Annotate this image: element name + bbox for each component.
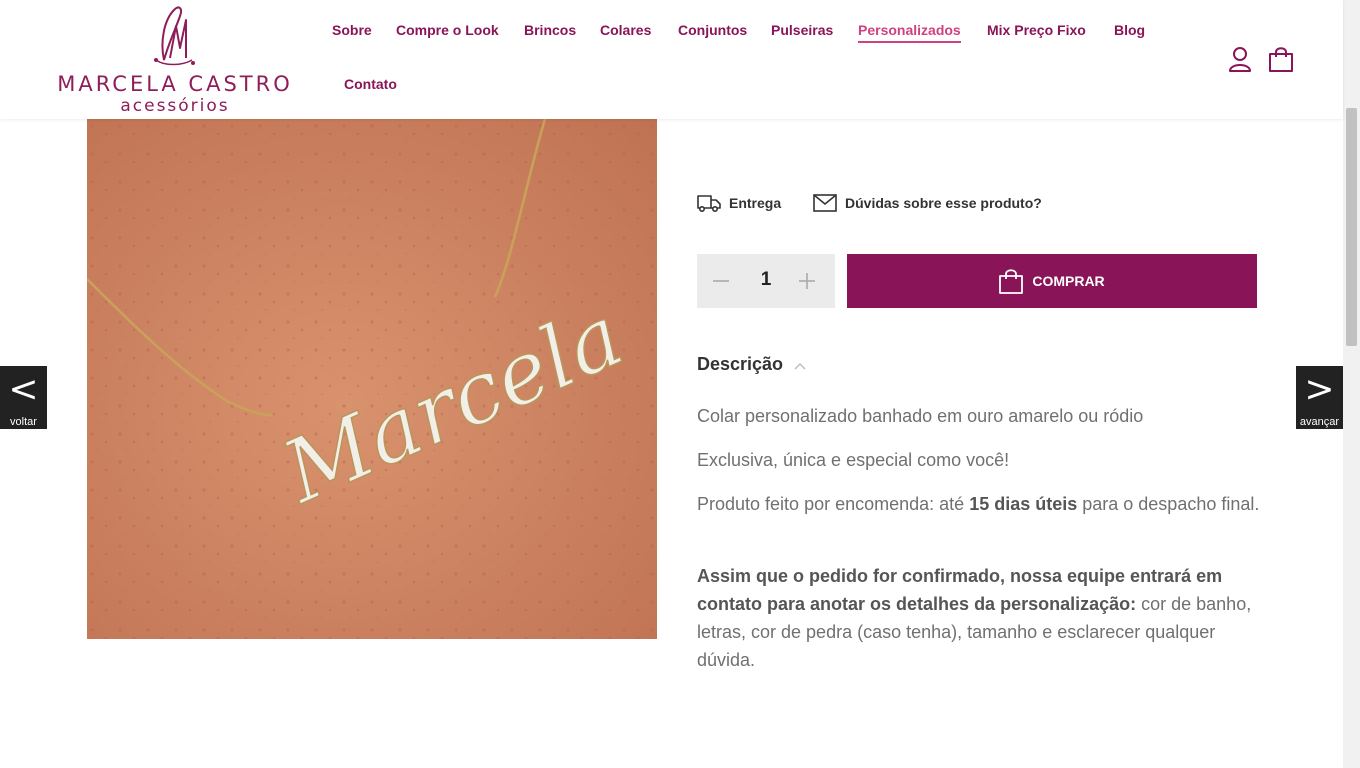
description-text: para o despacho final.	[1077, 494, 1260, 514]
buy-button[interactable]: COMPRAR	[847, 254, 1257, 308]
shipping-label: Entrega	[729, 195, 782, 211]
brand-name: MARCELA CASTRO	[57, 72, 293, 96]
description-paragraph: Produto feito por encomenda: até 15 dias…	[697, 490, 1267, 518]
product-questions-link[interactable]: Dúvidas sobre esse produto?	[813, 192, 1042, 214]
nav-item-mix-preco-fixo[interactable]: Mix Preço Fixo	[987, 22, 1086, 38]
envelope-icon	[813, 194, 837, 212]
brand-logo[interactable]: MARCELA CASTRO acessórios	[52, 2, 298, 118]
nav-item-contato[interactable]: Contato	[344, 76, 397, 92]
nav-item-conjuntos[interactable]: Conjuntos	[678, 22, 747, 38]
nav-item-colares[interactable]: Colares	[600, 22, 651, 38]
nav-item-compre-o-look[interactable]: Compre o Look	[396, 22, 499, 38]
description-paragraph: Exclusiva, única e especial como você!	[697, 450, 1010, 470]
description-title: Descrição	[697, 354, 784, 374]
user-icon[interactable]	[1228, 46, 1252, 72]
brand-tagline: acessórios	[120, 96, 230, 116]
quantity-input[interactable]: 1	[751, 269, 781, 291]
shopping-bag-icon[interactable]	[1268, 46, 1294, 72]
nav-item-personalizados[interactable]: Personalizados	[858, 22, 961, 43]
scrollbar-thumb[interactable]	[1346, 108, 1357, 346]
shipping-link[interactable]: Entrega	[697, 192, 781, 214]
description-emphasis: 15 dias úteis	[969, 494, 1078, 514]
description-paragraph: Assim que o pedido for confirmado, nossa…	[697, 562, 1267, 674]
truck-icon	[697, 195, 721, 213]
buy-label: COMPRAR	[1032, 273, 1105, 289]
nav-item-pulseiras[interactable]: Pulseiras	[771, 22, 833, 38]
chevron-up-icon	[794, 363, 806, 370]
questions-label: Dúvidas sobre esse produto?	[845, 195, 1042, 211]
description-text: Produto feito por encomenda: até	[697, 494, 970, 514]
description-toggle[interactable]: Descrição	[697, 354, 806, 375]
quantity-stepper: 1	[697, 254, 835, 308]
gallery-prev-button[interactable]: < voltar	[0, 366, 47, 429]
gallery-prev-label: voltar	[10, 416, 37, 428]
gallery-next-label: avançar	[1299, 416, 1340, 428]
chevron-right-icon: >	[1304, 369, 1335, 410]
plus-icon[interactable]	[797, 271, 817, 291]
logo-monogram-icon	[154, 6, 195, 66]
gallery-next-button[interactable]: > avançar	[1296, 366, 1343, 429]
shopping-bag-icon	[999, 269, 1024, 294]
minus-icon[interactable]	[711, 271, 731, 291]
site-header: MARCELA CASTRO acessórios Sobre Compre o…	[0, 0, 1343, 119]
necklace-photo: Marcela	[87, 119, 657, 639]
product-image[interactable]: Marcela	[87, 119, 657, 639]
nav-item-sobre[interactable]: Sobre	[332, 22, 372, 38]
chevron-left-icon: <	[8, 369, 39, 410]
nav-item-brincos[interactable]: Brincos	[524, 22, 576, 38]
description-paragraph: Colar personalizado banhado em ouro amar…	[697, 406, 1144, 426]
nav-item-blog[interactable]: Blog	[1114, 22, 1145, 38]
